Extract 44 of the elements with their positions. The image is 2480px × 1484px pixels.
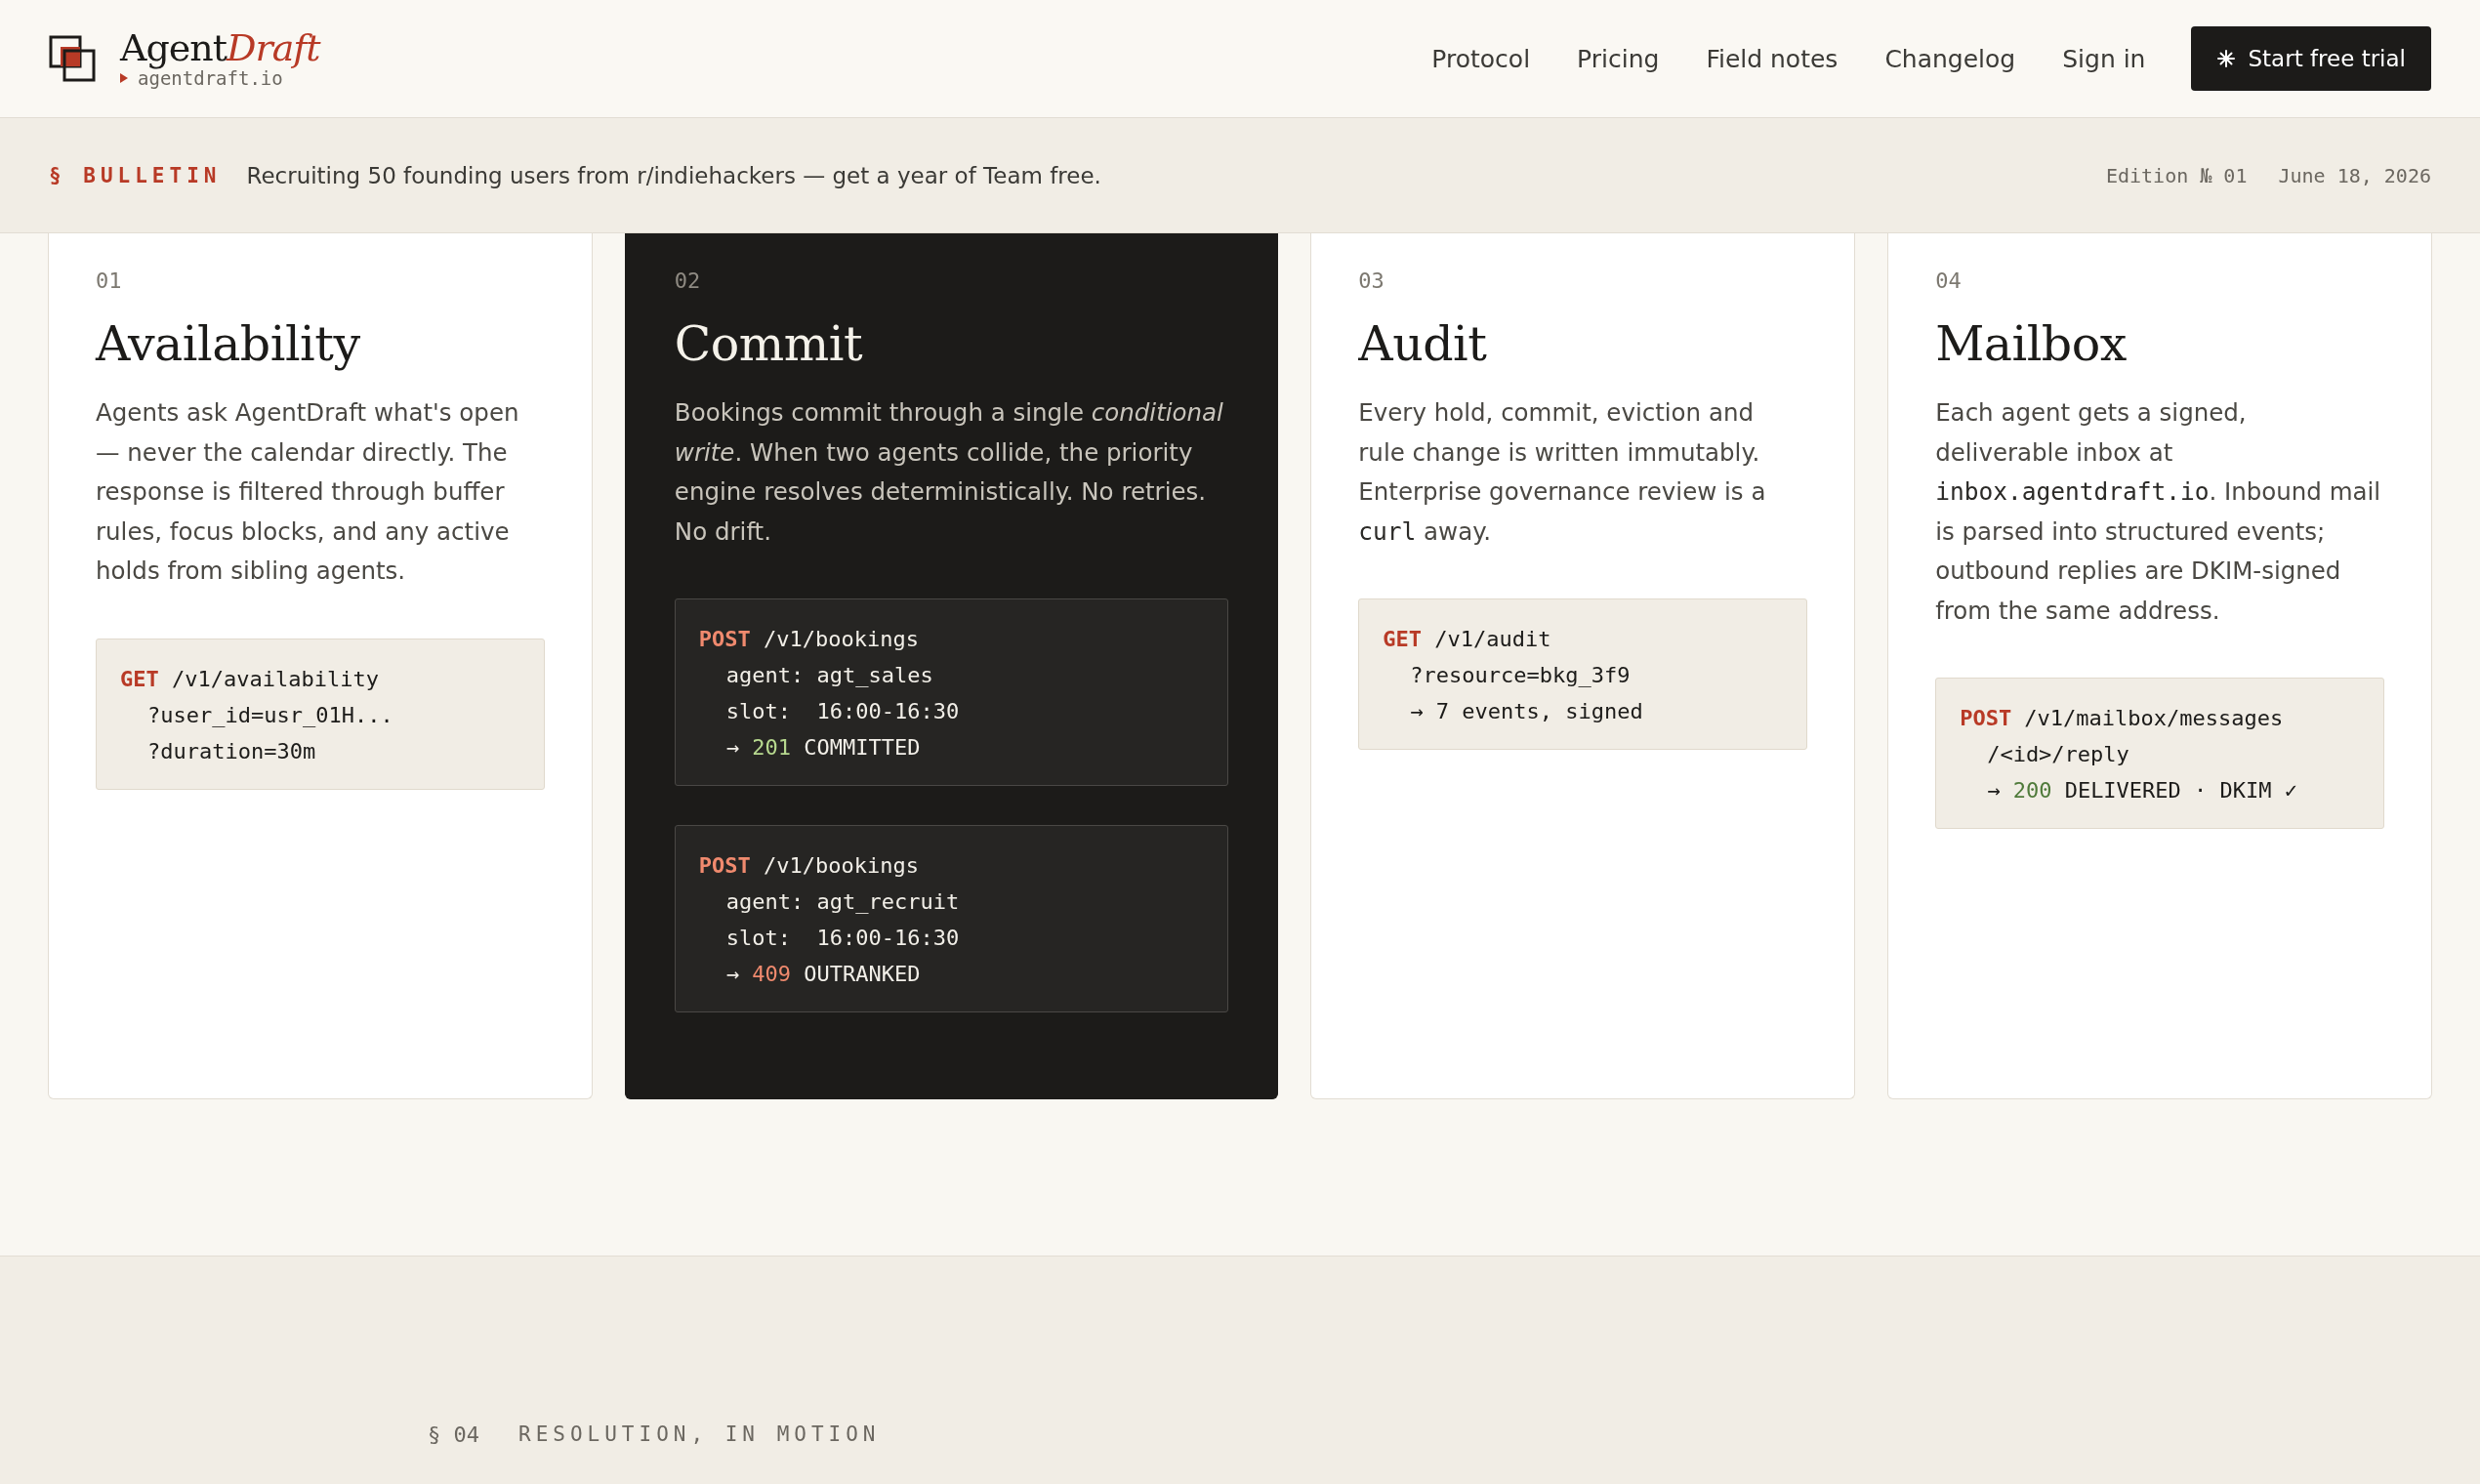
card-title: Mailbox	[1935, 316, 2128, 372]
code-line: → 200 DELIVERED · DKIM ✓	[1986, 777, 2299, 804]
card-description: Agents ask AgentDraft what's open — never the calendar directly. The response is filtered through buffer rules, focus blocks, and any active holds from sibling agents.	[96, 397, 520, 587]
card-title: Availability	[96, 316, 361, 372]
card-description: Every hold, commit, eviction and rule change is written immutably. Enterprise governance review is a curl away.	[1358, 397, 1767, 548]
code-line: ?user_id=usr_01H...	[146, 701, 394, 729]
card-title: Audit	[1358, 316, 1488, 372]
nav-link[interactable]: Pricing	[1577, 44, 1660, 73]
nav-link[interactable]: Sign in	[2062, 44, 2146, 73]
bulletin-tag: § BULLETIN	[49, 163, 222, 187]
logo-icon	[49, 35, 96, 82]
start-trial-button[interactable]: Start free trial	[2191, 26, 2431, 91]
card-description: Each agent gets a signed, deliverable inbox at inbox.agentdraft.io. Inbound mail is parsed into structured events; outbound replies are DKIM-signed from the same address.	[1935, 397, 2382, 627]
code-line: → 409 OUTRANKED	[724, 961, 922, 988]
code-line: POST /v1/mailbox/messages	[1960, 705, 2285, 732]
spark-icon	[2216, 49, 2237, 68]
code-line: agent: agt_recruit	[724, 888, 961, 916]
code-line: slot: 16:00-16:30	[724, 925, 961, 952]
card-description: Bookings commit through a single conditional write. When two agents collide, the priority engine resolves deterministically. No retries. No drift.	[674, 397, 1224, 548]
code-line: GET /v1/availability	[120, 665, 380, 693]
section-number: § 04	[428, 1422, 479, 1447]
code-line: POST /v1/bookings	[698, 852, 920, 880]
code-line: ?resource=bkg_3f9	[1409, 662, 1632, 689]
section-label: RESOLUTION, IN MOTION	[518, 1422, 881, 1447]
nav-link[interactable]: Field notes	[1706, 44, 1839, 73]
card-number: 04	[1935, 268, 1963, 293]
code-line: slot: 16:00-16:30	[724, 698, 961, 725]
code-line: GET /v1/audit	[1383, 626, 1552, 653]
code-line: /<id>/reply	[1986, 741, 2130, 768]
edition-label: Edition № 01	[2105, 163, 2248, 187]
card-number: 01	[96, 268, 123, 293]
bulletin-message: Recruiting 50 founding users from r/indiehackers — get a year of Team free.	[246, 162, 1101, 188]
nav-link[interactable]: Changelog	[1884, 44, 2016, 73]
code-line: → 201 COMMITTED	[724, 734, 922, 762]
date-label: June 18, 2026	[2278, 163, 2431, 187]
code-line: ?duration=30m	[146, 737, 317, 765]
card-number: 02	[674, 268, 702, 293]
nav-link[interactable]: Protocol	[1431, 44, 1531, 73]
code-line: agent: agt_sales	[724, 662, 934, 689]
triangle-icon	[120, 73, 128, 83]
code-line: POST /v1/bookings	[698, 626, 920, 653]
code-line: → 7 events, signed	[1409, 698, 1644, 725]
card-number: 03	[1358, 268, 1385, 293]
card-title: Commit	[674, 316, 864, 372]
